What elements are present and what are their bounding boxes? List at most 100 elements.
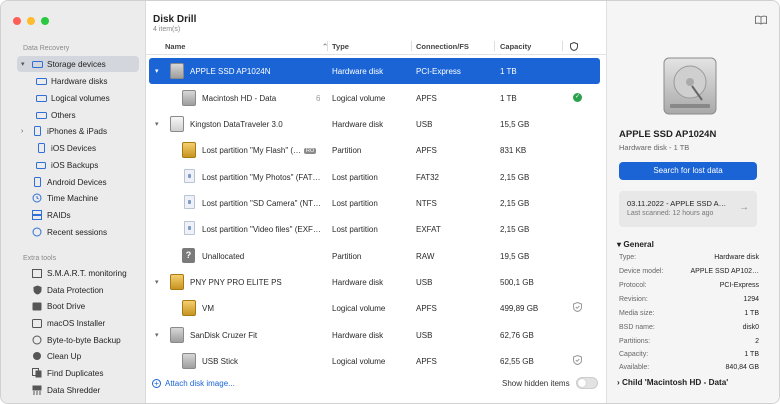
- book-icon[interactable]: [755, 15, 767, 28]
- chevron-down-icon[interactable]: ▾: [155, 331, 159, 339]
- sidebar-item-storage-devices[interactable]: ▾ Storage devices: [17, 56, 139, 72]
- protect-shield-icon[interactable]: [573, 354, 582, 366]
- sidebar-item-boot-drive[interactable]: Boot Drive: [17, 298, 139, 314]
- table-row[interactable]: ? Unallocated Partition RAW 19,5 GB: [149, 243, 600, 269]
- sidebar-item-ios-devices[interactable]: iOS Devices: [17, 140, 139, 156]
- monitor-icon: [31, 268, 43, 278]
- row-connection: PCI-Express: [416, 67, 461, 76]
- column-capacity[interactable]: Capacity: [500, 42, 531, 51]
- table-row[interactable]: ▾ SanDisk Cruzer Fit Hardware disk USB 6…: [149, 322, 600, 348]
- property-row: Device model: APPLE SSD AP102…: [619, 268, 759, 275]
- row-capacity: 499,89 GB: [500, 304, 539, 313]
- usb-disk-icon: [170, 327, 184, 343]
- backup-icon: [31, 335, 43, 345]
- table-row[interactable]: ▾ Kingston DataTraveler 3.0 Hardware dis…: [149, 111, 600, 137]
- drive-icon: [31, 301, 43, 311]
- unknown-icon: ?: [182, 248, 195, 263]
- chevron-down-icon[interactable]: ▾: [155, 67, 159, 75]
- child-section-toggle[interactable]: › Child 'Macintosh HD - Data': [617, 378, 728, 387]
- row-type: Hardware disk: [332, 331, 384, 340]
- sidebar-item-android-devices[interactable]: Android Devices: [17, 174, 139, 190]
- clock-icon: [31, 193, 43, 203]
- show-hidden-label: Show hidden items: [502, 379, 570, 388]
- row-name: Macintosh HD - Data: [202, 94, 277, 103]
- sidebar-item-label: iPhones & iPads: [47, 126, 108, 136]
- sidebar-item-recent-sessions[interactable]: Recent sessions: [17, 224, 139, 240]
- row-name: Lost partition "SD Camera" (NT…: [202, 199, 322, 208]
- table-row[interactable]: VM Logical volume APFS 499,89 GB: [149, 295, 600, 321]
- sidebar-item-data-shredder[interactable]: Data Shredder: [17, 382, 139, 398]
- protected-check-icon[interactable]: ✓: [573, 93, 582, 102]
- history-icon: [31, 227, 43, 237]
- row-connection: APFS: [416, 357, 437, 366]
- row-capacity: 2,15 GB: [500, 225, 530, 234]
- hard-disk-large-icon: [663, 57, 717, 115]
- storage-icon: [31, 59, 43, 69]
- sidebar-item-label: Byte-to-byte Backup: [47, 335, 121, 345]
- sidebar-item-label: Time Machine: [47, 193, 99, 203]
- row-capacity: 500,1 GB: [500, 278, 534, 287]
- search-lost-data-button[interactable]: Search for lost data: [619, 162, 757, 180]
- row-type: Hardware disk: [332, 120, 384, 129]
- row-connection: APFS: [416, 304, 437, 313]
- row-type: Hardware disk: [332, 278, 384, 287]
- attach-label: Attach disk image...: [165, 379, 235, 388]
- row-capacity: 1 TB: [500, 67, 517, 76]
- sidebar-item-byte-backup[interactable]: Byte-to-byte Backup: [17, 332, 139, 348]
- property-row: Capacity: 1 TB: [619, 351, 759, 358]
- installer-icon: [31, 318, 43, 328]
- sidebar-item-macos-installer[interactable]: macOS Installer: [17, 315, 139, 331]
- recent-session-card[interactable]: 03.11.2022 - APPLE SSD A… Last scanned: …: [619, 191, 757, 227]
- table-row[interactable]: Lost partition "My Flash" (… RO Partition…: [149, 137, 600, 163]
- sidebar-item-smart-monitoring[interactable]: S.M.A.R.T. monitoring: [17, 265, 139, 281]
- sidebar-item-time-machine[interactable]: Time Machine: [17, 190, 139, 206]
- phone-icon: [31, 126, 43, 136]
- sidebar-item-clean-up[interactable]: Clean Up: [17, 348, 139, 364]
- property-row: BSD name: disk0: [619, 324, 759, 331]
- duplicates-icon: [31, 368, 43, 378]
- zoom-window-button[interactable]: [41, 17, 49, 25]
- sidebar-item-others[interactable]: Others: [17, 107, 139, 123]
- sidebar-item-label: Android Devices: [47, 177, 107, 187]
- sidebar-item-label: Boot Drive: [47, 301, 86, 311]
- table-row[interactable]: Lost partition "SD Camera" (NT… Lost par…: [149, 190, 600, 216]
- attach-disk-image-link[interactable]: + Attach disk image...: [152, 379, 235, 388]
- column-name[interactable]: Name: [165, 42, 185, 51]
- sidebar-item-raids[interactable]: RAIDs: [17, 207, 139, 223]
- sidebar-item-find-duplicates[interactable]: Find Duplicates: [17, 365, 139, 381]
- sidebar-item-iphones-ipads[interactable]: › iPhones & iPads: [17, 123, 139, 139]
- sidebar-item-ios-backups[interactable]: iOS Backups: [17, 157, 139, 173]
- table-row[interactable]: ▾ APPLE SSD AP1024N Hardware disk PCI-Ex…: [149, 58, 600, 84]
- table-row[interactable]: Lost partition "Video files" (EXF… Lost …: [149, 216, 600, 242]
- row-type: Lost partition: [332, 225, 378, 234]
- chevron-down-icon[interactable]: ▾: [155, 120, 159, 128]
- table-row[interactable]: ▾ PNY PNY PRO ELITE PS Hardware disk USB…: [149, 269, 600, 295]
- row-name: Kingston DataTraveler 3.0: [190, 120, 283, 129]
- minimize-window-button[interactable]: [27, 17, 35, 25]
- column-connection[interactable]: Connection/FS: [416, 42, 469, 51]
- table-row[interactable]: Lost partition "My Photos" (FAT… Lost pa…: [149, 164, 600, 190]
- general-section-toggle[interactable]: ▾ General: [617, 239, 654, 249]
- sidebar-item-data-protection[interactable]: Data Protection: [17, 282, 139, 298]
- sidebar-item-hardware-disks[interactable]: Hardware disks: [17, 73, 139, 89]
- sidebar-item-logical-volumes[interactable]: Logical volumes: [17, 90, 139, 106]
- sidebar-item-label: S.M.A.R.T. monitoring: [47, 268, 127, 278]
- chevron-down-icon[interactable]: ▾: [155, 278, 159, 286]
- row-capacity: 2,15 GB: [500, 173, 530, 182]
- usb-disk-icon: [170, 116, 184, 132]
- row-capacity: 15,5 GB: [500, 120, 530, 129]
- protect-shield-icon[interactable]: [573, 301, 582, 313]
- table-row[interactable]: Macintosh HD - Data 6 Logical volume APF…: [149, 85, 600, 111]
- close-window-button[interactable]: [13, 17, 21, 25]
- row-badge: 6: [316, 94, 321, 103]
- volume-icon: [182, 353, 196, 369]
- show-hidden-toggle[interactable]: [576, 377, 598, 389]
- row-type: Logical volume: [332, 304, 386, 313]
- data-recovery-section-label: Data Recovery: [23, 45, 70, 52]
- plus-icon: +: [152, 379, 161, 388]
- hard-disk-icon: [170, 63, 184, 79]
- row-capacity: 62,76 GB: [500, 331, 534, 340]
- column-type[interactable]: Type: [332, 42, 349, 51]
- sidebar-item-label: Data Shredder: [47, 385, 101, 395]
- window-controls: [13, 17, 49, 25]
